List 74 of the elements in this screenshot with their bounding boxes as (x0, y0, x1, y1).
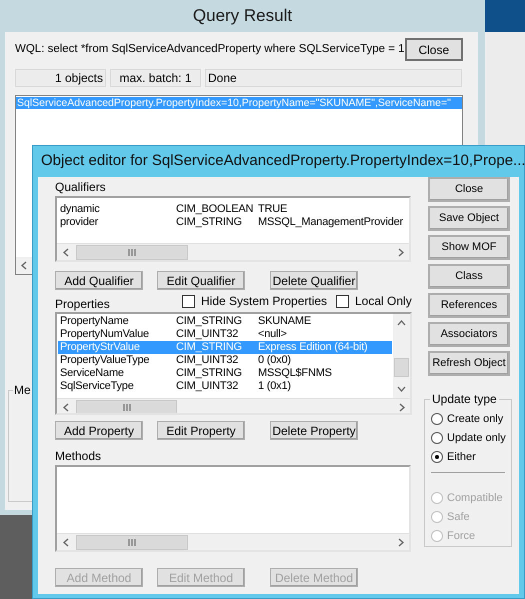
grip-icon[interactable] (122, 404, 130, 410)
grip-icon[interactable] (128, 538, 136, 546)
radio-button[interactable]: Update only (431, 431, 511, 445)
button[interactable]: Edit Qualifier (157, 271, 245, 290)
table-cell-text: 0 (0x0) (257, 354, 291, 367)
checkbox[interactable]: Hide System Properties (182, 292, 336, 310)
table-row[interactable]: PropertyName CIM_STRING SKUNAME (58, 315, 392, 328)
button[interactable]: Refresh Object (428, 351, 510, 376)
table-cell-text: CIM_STRING (175, 341, 243, 354)
checkbox[interactable]: Local Only (336, 292, 412, 310)
window-title: Object editor for SqlServiceAdvancedProperty.PropertyIndex=10,Prope... (40, 151, 524, 172)
table-cell-text: dynamic (59, 203, 101, 216)
button[interactable]: Class (428, 264, 510, 289)
table-cell-text: CIM_STRING (175, 315, 243, 328)
horizontal-scrollbar[interactable] (57, 533, 409, 550)
button[interactable]: Edit Property (157, 421, 245, 440)
horizontal-scrollbar[interactable] (57, 398, 410, 413)
button[interactable]: Save Object (428, 206, 510, 231)
table-cell-text: PropertyNumValue (59, 328, 150, 341)
button[interactable]: Show MOF (428, 235, 510, 260)
scrollbar-thumb[interactable] (76, 244, 188, 260)
section-label: Properties (55, 298, 111, 310)
close-button[interactable]: Close (404, 38, 463, 61)
table-cell-text: CIM_UINT32 (175, 380, 240, 393)
section-label: Qualifiers (55, 181, 106, 193)
button[interactable]: Add Property (55, 421, 143, 440)
group-label: Update type (430, 392, 499, 406)
scrollbar-thumb[interactable] (394, 358, 409, 376)
section-label: Methods (55, 450, 102, 462)
vertical-scrollbar[interactable] (393, 314, 410, 398)
table-cell-text: <null> (257, 328, 287, 341)
background-window-title-bar (485, 0, 525, 32)
table-cell-text: MSSQL$FNMS (257, 367, 332, 380)
scroll-left-button[interactable] (16, 257, 32, 274)
table-cell-text: MSSQL_ManagementProvider (257, 216, 403, 229)
radio-button[interactable]: Either (431, 450, 511, 464)
table-cell-text: PropertyName (59, 315, 130, 328)
status-pane: Done (205, 69, 462, 87)
table-cell-text: 1 (0x1) (257, 380, 291, 393)
table-row[interactable]: PropertyNumValue CIM_UINT32 <null> (58, 328, 392, 341)
status-pane: max. batch: 1 (110, 69, 201, 87)
button[interactable]: References (428, 293, 510, 318)
window-title: Query Result (192, 5, 294, 28)
button[interactable]: Delete Property (270, 421, 358, 440)
grip-icon[interactable] (128, 248, 136, 256)
table-cell-text: PropertyStrValue (59, 341, 141, 354)
table-row[interactable]: dynamic CIM_BOOLEAN TRUE (58, 203, 409, 216)
table-row[interactable]: SqlServiceType CIM_UINT32 1 (0x1) (58, 380, 392, 393)
table-cell-text: SqlServiceType (59, 380, 135, 393)
scrollbar-thumb[interactable] (76, 534, 188, 550)
button[interactable]: Close (428, 177, 510, 202)
scrollbar-thumb[interactable] (76, 400, 177, 413)
table-cell-text: CIM_UINT32 (175, 328, 240, 341)
table-cell-text: Express Edition (64-bit) (257, 341, 368, 354)
group-label: Me (13, 383, 32, 397)
table-cell-text: CIM_BOOLEAN (175, 203, 254, 216)
table-cell-text: TRUE (257, 203, 288, 216)
table-row[interactable]: ServiceName CIM_STRING MSSQL$FNMS (58, 367, 392, 380)
table-cell-text: PropertyValueType (59, 354, 150, 367)
status-pane: 1 objects (15, 69, 106, 87)
table-cell-text: CIM_STRING (175, 216, 243, 229)
radio-button[interactable]: Create only (431, 412, 511, 426)
table-cell-text: provider (59, 216, 100, 229)
query-text: WQL: select *from SqlServiceAdvancedProperty where SQLServiceType = 1 (15, 42, 405, 57)
table-cell-text: CIM_STRING (175, 367, 243, 380)
table-row[interactable]: PropertyValueType CIM_UINT32 0 (0x0) (58, 354, 392, 367)
button[interactable]: Associators (428, 322, 510, 347)
horizontal-scrollbar[interactable] (57, 243, 409, 260)
button[interactable]: Delete Qualifier (270, 271, 358, 290)
table-cell-text: ServiceName (59, 367, 125, 380)
table-cell-text: CIM_UINT32 (175, 354, 240, 367)
table-row[interactable]: provider CIM_STRING MSSQL_ManagementProvider (58, 216, 409, 229)
table-cell-text: SKUNAME (257, 315, 311, 328)
button[interactable]: Add Qualifier (55, 271, 143, 290)
